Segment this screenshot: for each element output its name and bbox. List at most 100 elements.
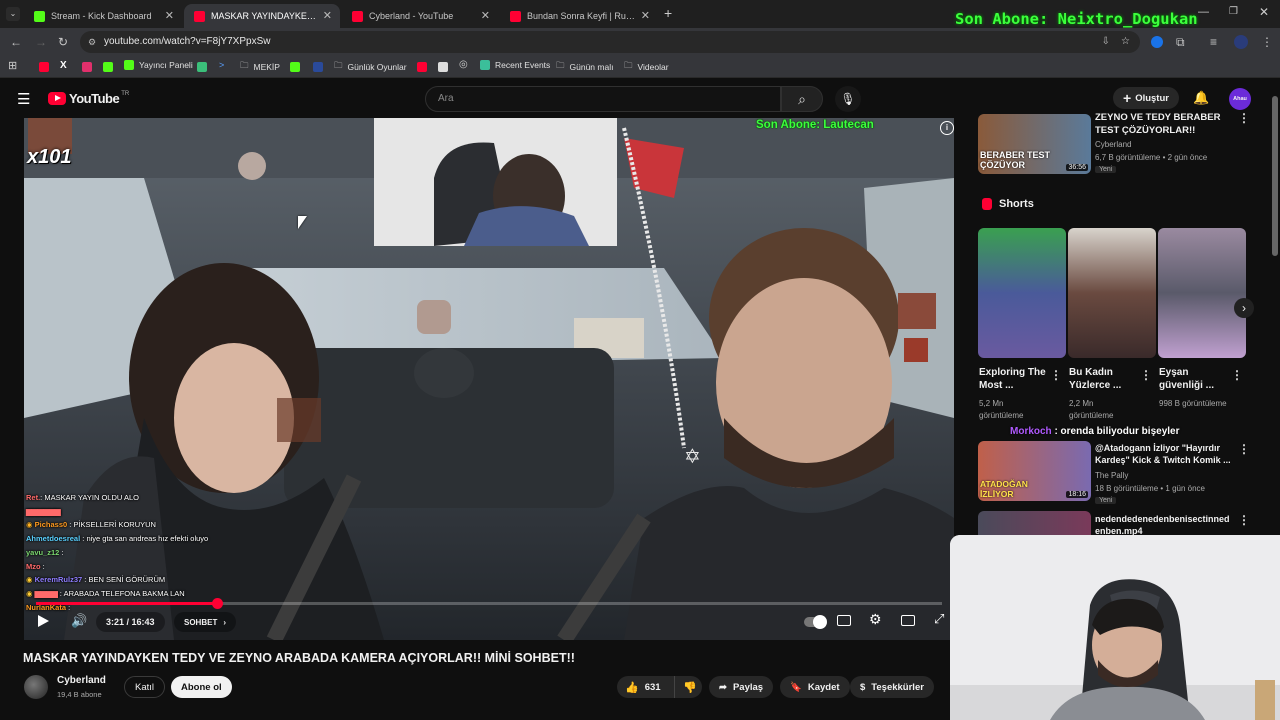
image-bookmark-icon[interactable] (438, 62, 448, 72)
like-button[interactable]: 👍 631 (617, 676, 675, 698)
x-bookmark-icon[interactable]: X (60, 60, 67, 71)
more-options-icon[interactable]: ⋮ (1238, 513, 1250, 527)
chevron-right-icon: › (223, 617, 227, 627)
tab-cyberland-youtube[interactable]: Cyberland - YouTube ✕ (342, 4, 498, 28)
related-video-title[interactable]: ZEYNO VE TEDY BERABER TEST ÇÖZÜYORLAR!! (1095, 111, 1230, 137)
page-scrollbar[interactable] (1272, 96, 1278, 256)
progress-bar[interactable] (36, 598, 942, 609)
subtitles-icon[interactable] (837, 615, 851, 626)
voice-search-button[interactable]: 🎙 (835, 86, 861, 112)
autoplay-toggle[interactable] (804, 615, 827, 629)
bookmark-star-icon[interactable]: ☆ (1121, 31, 1130, 53)
short-thumbnail[interactable] (1158, 228, 1246, 358)
play-icon[interactable] (38, 615, 49, 627)
more-options-icon[interactable]: ⋮ (1231, 368, 1243, 382)
close-tab-icon[interactable]: ✕ (641, 9, 650, 22)
install-app-icon[interactable]: ⇩ (1102, 31, 1110, 53)
apps-grid-icon[interactable]: ⊞ (8, 59, 17, 72)
shorts-next-button[interactable]: › (1234, 298, 1254, 318)
window-minimize-icon[interactable]: — (1198, 6, 1209, 18)
channel-name[interactable]: Cyberland (57, 675, 106, 686)
bookmark-gunluk-oyunlar[interactable]: 🗀 Günlük Oyunlar (334, 60, 407, 74)
create-button[interactable]: + Oluştur (1113, 87, 1179, 109)
share-button[interactable]: ➦ Paylaş (709, 676, 774, 698)
bookmark-recent-events[interactable]: Recent Events (480, 60, 550, 70)
video-info-icon[interactable]: i (940, 121, 954, 135)
join-button[interactable]: Katıl (124, 676, 166, 698)
short-title[interactable]: Bu Kadın Yüzlerce ... (1069, 366, 1137, 392)
reload-icon[interactable]: ↻ (58, 34, 68, 50)
fullscreen-icon[interactable]: ⤢ (934, 611, 944, 627)
related-video-channel[interactable]: Cyberland (1095, 140, 1131, 149)
bookmark-yayinci-paneli[interactable]: Yayıncı Paneli (124, 60, 193, 70)
notifications-bell-icon[interactable]: 🔔 (1193, 90, 1209, 106)
instagram-bookmark-icon[interactable] (82, 62, 92, 72)
more-options-icon[interactable]: ⋮ (1140, 368, 1152, 382)
bookmark-gunun-mali[interactable]: 🗀 Günün malı (556, 60, 613, 74)
settings-gear-icon[interactable]: ⚙ (869, 611, 882, 628)
chapter-button[interactable]: SOHBET › (174, 612, 237, 632)
dislike-button[interactable]: 👎 (675, 681, 697, 694)
forward-arrow-icon[interactable]: → (35, 34, 47, 50)
extension-icon[interactable] (1151, 36, 1163, 48)
bookmark-videolar[interactable]: 🗀 Videolar (624, 60, 669, 74)
more-options-icon[interactable]: ⋮ (1238, 442, 1250, 456)
youtube-bookmark-icon[interactable] (39, 62, 49, 72)
related-video-thumbnail[interactable]: ATADOĞAN İZLİYOR 18:16 (978, 441, 1091, 501)
video-player[interactable]: ✡ x101 Son Abone: Lautecan i Ret.: MASKA… (24, 118, 954, 640)
window-restore-icon[interactable]: ❐ (1229, 6, 1238, 17)
related-video-channel[interactable]: The Pally (1095, 471, 1128, 480)
profile-avatar-icon[interactable] (1234, 35, 1248, 49)
kick-bookmark-icon[interactable] (103, 62, 113, 72)
window-close-icon[interactable]: ✕ (1259, 5, 1269, 19)
tab-maskar-video[interactable]: MASKAR YAYINDAYKEN TEDY V ✕ (184, 4, 340, 28)
kick-bookmark-icon[interactable] (290, 62, 300, 72)
volume-icon[interactable]: 🔊 (71, 613, 87, 629)
close-tab-icon[interactable]: ✕ (165, 9, 174, 22)
channel-avatar[interactable] (24, 675, 48, 699)
related-video-title[interactable]: nedendedenedenbenisectinned enben.mp4 (1095, 513, 1235, 537)
tab-search-icon[interactable]: ⌄ (6, 7, 20, 21)
reading-list-icon[interactable]: ≡ (1210, 34, 1217, 50)
tab-label: Cyberland - YouTube (369, 11, 454, 21)
browser-menu-icon[interactable]: ⋮ (1261, 34, 1273, 50)
bookmark-icon[interactable] (197, 62, 207, 72)
back-arrow-icon[interactable]: ← (10, 34, 22, 50)
pip-frame (374, 118, 617, 246)
hamburger-menu-icon[interactable]: ☰ (17, 90, 30, 108)
webcam-frame (950, 535, 1280, 720)
search-input[interactable]: Ara (425, 86, 781, 112)
address-bar[interactable]: ⚙ youtube.com/watch?v=F8jY7XPpxSw ⇩ ☆ (80, 31, 1140, 53)
youtube-favicon-icon (194, 10, 205, 22)
account-avatar[interactable]: Ahau (1229, 88, 1251, 110)
more-options-icon[interactable]: ⋮ (1238, 111, 1250, 125)
tab-bundan-sonra-keyfi[interactable]: Bundan Sonra Keyfi | Ruddy - Y ✕ (500, 4, 658, 28)
short-title[interactable]: Eyşan güvenliği ... (1159, 366, 1227, 392)
short-title[interactable]: Exploring The Most ... (979, 366, 1047, 392)
short-thumbnail[interactable] (1068, 228, 1156, 358)
related-video-title[interactable]: @Atadogann İzliyor "Hayırdır Kardeş" Kic… (1095, 442, 1235, 466)
prompt-bookmark-icon[interactable]: > (219, 60, 224, 70)
save-button[interactable]: 🔖 Kaydet (780, 676, 850, 698)
miniplayer-icon[interactable] (901, 615, 915, 626)
more-options-icon[interactable]: ⋮ (1050, 368, 1062, 382)
player-controls: 🔊 3:21 / 16:43 SOHBET › ⚙ ⤢ (24, 610, 954, 640)
extensions-puzzle-icon[interactable]: ⧉ (1176, 34, 1185, 50)
video-title: MASKAR YAYINDAYKEN TEDY VE ZEYNO ARABADA… (23, 651, 575, 665)
bookmark-mekip[interactable]: 🗀 MEKİP (240, 60, 280, 74)
site-info-icon[interactable]: ⚙ (88, 31, 96, 53)
tab-kick-dashboard[interactable]: Stream - Kick Dashboard ✕ (24, 4, 182, 28)
related-video-thumbnail[interactable]: BERABER TEST ÇÖZÜYOR 36:56 (978, 114, 1091, 174)
close-tab-icon[interactable]: ✕ (481, 9, 490, 22)
subscribe-button[interactable]: Abone ol (171, 676, 232, 698)
bookmark-label: Yayıncı Paneli (139, 60, 193, 70)
close-tab-icon[interactable]: ✕ (323, 9, 332, 22)
globe-bookmark-icon[interactable]: ◎ (459, 59, 468, 70)
youtube-logo[interactable]: YouTube TR (48, 91, 129, 106)
search-button[interactable]: ⌕ (781, 86, 823, 112)
youtube-bookmark-icon[interactable] (417, 62, 427, 72)
thanks-button[interactable]: $ Teşekkürler (850, 676, 934, 698)
short-thumbnail[interactable] (978, 228, 1066, 358)
new-tab-plus-icon[interactable]: + (664, 5, 672, 21)
bookmark-icon[interactable] (313, 62, 323, 72)
